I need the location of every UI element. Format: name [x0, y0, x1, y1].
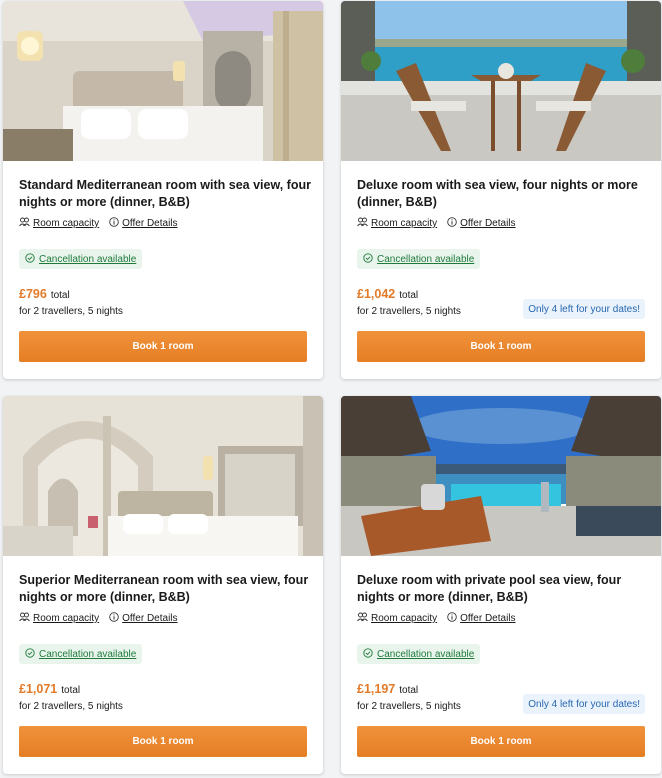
- room-card: Deluxe room with private pool sea view, …: [341, 396, 661, 774]
- offer-details-link[interactable]: Offer Details: [447, 217, 516, 230]
- price-line: £1,197 total: [357, 682, 418, 696]
- clock-check-icon: [363, 647, 373, 661]
- price-line: £1,071 total: [19, 682, 80, 696]
- offer-details-link[interactable]: Offer Details: [109, 217, 178, 230]
- price-amount: £1,042: [357, 287, 396, 301]
- room-links: Room capacity Offer Details: [19, 612, 188, 625]
- cancellation-badge[interactable]: Cancellation available: [19, 249, 143, 269]
- room-photo[interactable]: [341, 1, 661, 161]
- cancellation-label: Cancellation available: [377, 253, 475, 265]
- people-icon: [357, 612, 368, 625]
- room-links: Room capacity Offer Details: [357, 217, 526, 230]
- price-amount: £1,071: [19, 682, 58, 696]
- room-capacity-label: Room capacity: [371, 613, 438, 624]
- room-links: Room capacity Offer Details: [357, 612, 526, 625]
- room-title: Deluxe room with sea view, four nights o…: [357, 178, 638, 209]
- cancellation-label: Cancellation available: [39, 648, 137, 660]
- room-links: Room capacity Offer Details: [19, 217, 188, 230]
- travellers-info: for 2 travellers, 5 nights: [19, 701, 123, 712]
- room-capacity-label: Room capacity: [371, 218, 438, 229]
- book-room-button[interactable]: Book 1 room: [19, 331, 307, 362]
- book-room-button[interactable]: Book 1 room: [357, 331, 645, 362]
- price-amount: £1,197: [357, 682, 396, 696]
- people-icon: [357, 217, 368, 230]
- offer-details-label: Offer Details: [122, 218, 178, 229]
- info-icon: [109, 217, 119, 230]
- cancellation-badge[interactable]: Cancellation available: [357, 644, 481, 664]
- clock-check-icon: [25, 647, 35, 661]
- people-icon: [19, 217, 30, 230]
- room-photo[interactable]: [3, 1, 323, 161]
- offer-details-link[interactable]: Offer Details: [447, 612, 516, 625]
- room-card: Standard Mediterranean room with sea vie…: [3, 1, 323, 379]
- room-capacity-link[interactable]: Room capacity: [19, 217, 99, 230]
- room-card: Deluxe room with sea view, four nights o…: [341, 1, 661, 379]
- price-suffix: total: [61, 685, 81, 696]
- availability-badge: Only 4 left for your dates!: [523, 299, 645, 319]
- room-photo[interactable]: [3, 396, 323, 556]
- room-photo[interactable]: [341, 396, 661, 556]
- room-results-grid: Standard Mediterranean room with sea vie…: [0, 0, 662, 778]
- info-icon: [447, 217, 457, 230]
- info-icon: [447, 612, 457, 625]
- clock-check-icon: [25, 252, 35, 266]
- room-title: Superior Mediterranean room with sea vie…: [19, 573, 309, 604]
- room-capacity-link[interactable]: Room capacity: [19, 612, 99, 625]
- travellers-info: for 2 travellers, 5 nights: [19, 306, 123, 317]
- room-capacity-link[interactable]: Room capacity: [357, 612, 437, 625]
- cancellation-label: Cancellation available: [39, 253, 137, 265]
- offer-details-link[interactable]: Offer Details: [109, 612, 178, 625]
- travellers-info: for 2 travellers, 5 nights: [357, 701, 461, 712]
- travellers-info: for 2 travellers, 5 nights: [357, 306, 461, 317]
- room-capacity-label: Room capacity: [33, 613, 100, 624]
- cancellation-badge[interactable]: Cancellation available: [19, 644, 143, 664]
- price-amount: £796: [19, 287, 47, 301]
- clock-check-icon: [363, 252, 373, 266]
- room-title: Deluxe room with private pool sea view, …: [357, 573, 622, 604]
- price-suffix: total: [50, 290, 70, 301]
- offer-details-label: Offer Details: [460, 218, 516, 229]
- book-room-button[interactable]: Book 1 room: [19, 726, 307, 757]
- offer-details-label: Offer Details: [460, 613, 516, 624]
- price-line: £796 total: [19, 287, 70, 301]
- offer-details-label: Offer Details: [122, 613, 178, 624]
- cancellation-label: Cancellation available: [377, 648, 475, 660]
- people-icon: [19, 612, 30, 625]
- book-room-button[interactable]: Book 1 room: [357, 726, 645, 757]
- price-line: £1,042 total: [357, 287, 418, 301]
- room-title: Standard Mediterranean room with sea vie…: [19, 178, 311, 209]
- info-icon: [109, 612, 119, 625]
- price-suffix: total: [399, 290, 419, 301]
- room-capacity-label: Room capacity: [33, 218, 100, 229]
- room-card: Superior Mediterranean room with sea vie…: [3, 396, 323, 774]
- cancellation-badge[interactable]: Cancellation available: [357, 249, 481, 269]
- price-suffix: total: [399, 685, 419, 696]
- availability-badge: Only 4 left for your dates!: [523, 694, 645, 714]
- room-capacity-link[interactable]: Room capacity: [357, 217, 437, 230]
